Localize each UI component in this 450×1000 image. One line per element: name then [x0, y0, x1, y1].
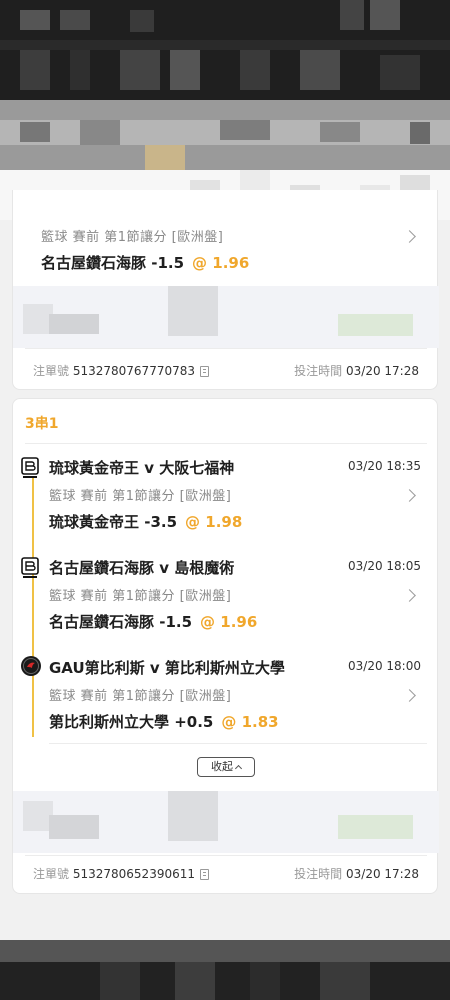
match-title: 琉球黃金帝王 v 大阪七福神: [49, 459, 235, 477]
bet-pick: 名古屋鑽石海豚 -1.5 @ 1.96: [41, 252, 249, 273]
pick-label: 琉球黃金帝王 -3.5: [49, 513, 178, 531]
b-league-logo-icon: [21, 557, 39, 578]
parlay-title: 3串1: [25, 416, 59, 432]
time-value: 03/20 17:28: [346, 867, 419, 881]
order-number: 注單號 5132780767770783: [33, 362, 209, 379]
divider: [25, 348, 427, 349]
bet-time: 投注時間 03/20 17:28: [294, 362, 419, 379]
b-league-logo-icon: [21, 457, 39, 478]
chevron-right-icon[interactable]: [403, 489, 416, 502]
bet-pick: 第比利斯州立大學 +0.5 @ 1.83: [49, 711, 279, 732]
order-number: 注單號 5132780652390611: [33, 865, 209, 882]
order-value: 5132780767770783: [72, 364, 195, 378]
pick-label: 名古屋鑽石海豚 -1.5: [49, 613, 193, 631]
divider: [25, 443, 427, 444]
copy-icon[interactable]: [200, 366, 209, 377]
bet-meta: 籃球 賽前 第1節讓分 [歐洲盤]: [41, 230, 224, 245]
order-label: 注單號: [33, 867, 70, 881]
divider: [49, 743, 427, 744]
odds-value: @ 1.98: [185, 513, 243, 531]
bet-meta: 籃球 賽前 第1節讓分 [歐洲盤]: [49, 689, 232, 704]
match-time: 03/20 18:00: [348, 659, 421, 673]
pick-label: 名古屋鑽石海豚 -1.5: [41, 254, 185, 272]
bet-pick: 琉球黃金帝王 -3.5 @ 1.98: [49, 511, 242, 532]
match-time: 03/20 18:35: [348, 459, 421, 473]
chevron-right-icon[interactable]: [403, 689, 416, 702]
bet-card-single: 籃球 賽前 第1節讓分 [歐洲盤] 名古屋鑽石海豚 -1.5 @ 1.96 注單號…: [12, 190, 439, 390]
odds-value: @ 1.96: [192, 254, 250, 272]
obscured-row: [13, 286, 439, 348]
status-bar-obscured: [0, 0, 450, 100]
odds-value: @ 1.83: [221, 713, 279, 731]
collapse-button[interactable]: 收起: [197, 757, 255, 777]
team-badge-icon: [21, 656, 41, 676]
parlay-connector-line: [32, 477, 34, 737]
time-label: 投注時間: [294, 867, 343, 881]
copy-icon[interactable]: [200, 869, 209, 880]
chevron-up-icon: [234, 764, 243, 773]
match-title: 名古屋鑽石海豚 v 島根魔術: [49, 559, 235, 577]
bet-card-parlay: 3串1 琉球黃金帝王 v 大阪七福神 03/20 18:35 籃球 賽前 第1節…: [12, 398, 439, 894]
bet-pick: 名古屋鑽石海豚 -1.5 @ 1.96: [49, 611, 257, 632]
obscured-row: [13, 791, 439, 853]
odds-value: @ 1.96: [200, 613, 258, 631]
divider: [25, 855, 427, 856]
chevron-right-icon[interactable]: [403, 589, 416, 602]
collapse-label: 收起: [211, 760, 233, 773]
bet-meta: 籃球 賽前 第1節讓分 [歐洲盤]: [49, 489, 232, 504]
chevron-right-icon[interactable]: [403, 230, 416, 243]
order-label: 注單號: [33, 364, 70, 378]
pick-label: 第比利斯州立大學 +0.5: [49, 713, 214, 731]
time-value: 03/20 17:28: [346, 364, 419, 378]
bet-meta: 籃球 賽前 第1節讓分 [歐洲盤]: [49, 589, 232, 604]
time-label: 投注時間: [294, 364, 343, 378]
match-time: 03/20 18:05: [348, 559, 421, 573]
bet-time: 投注時間 03/20 17:28: [294, 865, 419, 882]
header-obscured: [0, 100, 450, 170]
bottom-bar-obscured: [0, 940, 450, 1000]
match-title: GAU第比利斯 v 第比利斯州立大學: [49, 659, 285, 677]
order-value: 5132780652390611: [72, 867, 195, 881]
